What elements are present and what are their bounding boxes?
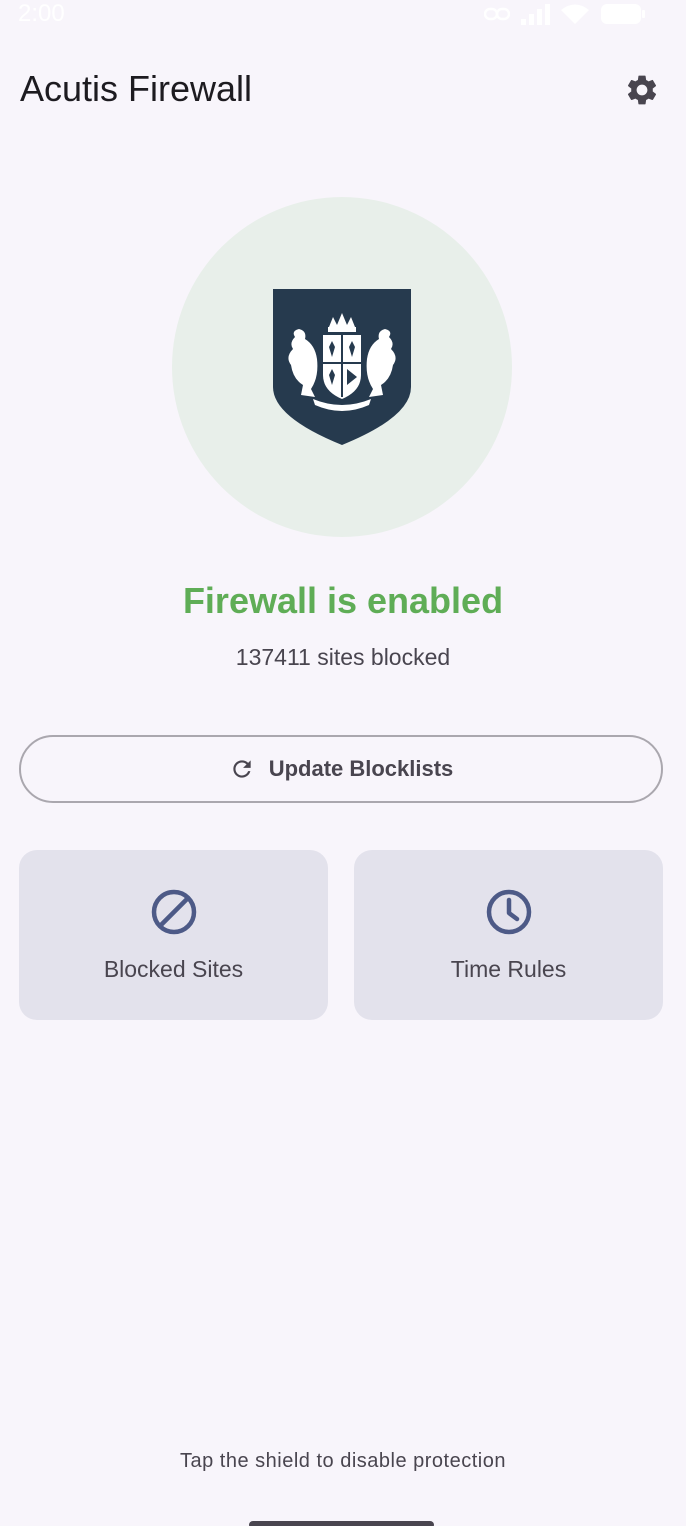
update-blocklists-label: Update Blocklists (268, 756, 454, 781)
blocked-sites-tile[interactable]: Blocked Sites (19, 850, 328, 1020)
gesture-nav-handle[interactable] (249, 1521, 434, 1526)
status-icons (484, 2, 646, 26)
screen: 2:00 Acutis Firewall Firewall is enabled… (0, 0, 686, 1526)
blocked-icon (151, 889, 196, 935)
clock-icon (486, 889, 531, 935)
wifi-icon (561, 4, 589, 24)
refresh-icon (233, 760, 251, 778)
blocked-sites-count: 137411 sites blocked (235, 644, 451, 670)
gear-icon (627, 75, 657, 105)
time-rules-tile[interactable]: Time Rules (354, 850, 663, 1020)
update-blocklists-button[interactable]: Update Blocklists (19, 735, 663, 803)
time-rules-label: Time Rules (450, 956, 567, 982)
firewall-status-headline: Firewall is enabled (182, 580, 504, 621)
battery-icon (601, 4, 645, 24)
settings-button[interactable] (618, 66, 666, 114)
signal-icon (521, 4, 550, 25)
app-title: Acutis Firewall (20, 68, 253, 109)
shield-crest-icon (273, 289, 411, 445)
shield-toggle[interactable] (172, 197, 512, 537)
status-time: 2:00 (18, 0, 65, 27)
blocked-sites-label: Blocked Sites (103, 956, 244, 982)
shield-hint-text: Tap the shield to disable protection (180, 1450, 506, 1472)
status-bar: 2:00 (0, 0, 686, 30)
link-icon (484, 7, 510, 21)
